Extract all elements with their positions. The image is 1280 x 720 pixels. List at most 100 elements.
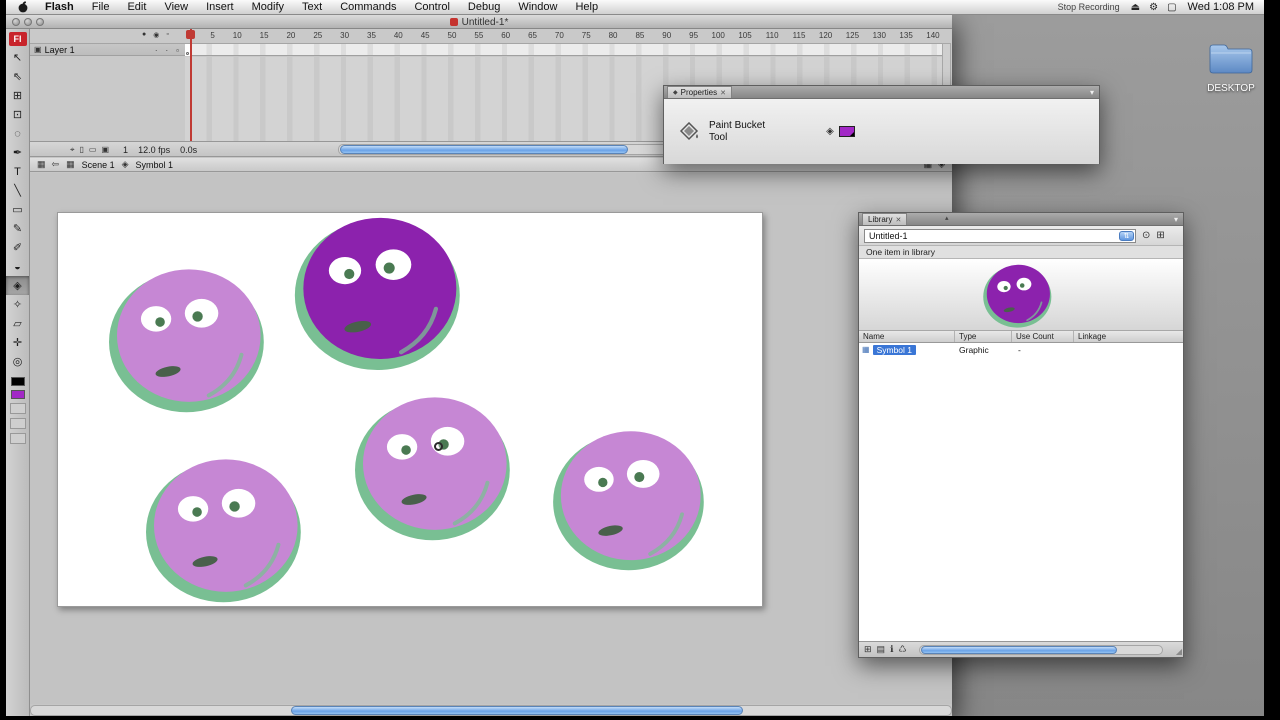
library-horizontal-scrollbar[interactable] [919,645,1163,655]
stop-recording-item[interactable]: Stop Recording [1058,2,1120,12]
dropdown-arrows-icon[interactable]: ⇅ [1119,230,1134,241]
close-tab-icon[interactable]: ✕ [895,216,901,224]
display-icon[interactable]: ▢ [1167,2,1176,13]
tool-brush[interactable]: ✐ [6,238,29,257]
layer-outline-swatch[interactable]: ▫ [176,46,179,55]
properties-icon[interactable]: ℹ [890,644,893,655]
blob-character-bottom-left[interactable] [145,453,305,603]
lock-column-icon[interactable]: ◉ [153,31,159,39]
library-row[interactable]: ▦ Symbol 1 Graphic - [859,343,1183,356]
show-timeline-icon[interactable]: ▦ [37,159,46,170]
layer-frames-strip[interactable] [185,43,942,56]
library-scroll-thumb[interactable] [921,646,1117,654]
tool-gradient-transform[interactable]: ⊡ [6,105,29,124]
library-column-header[interactable]: Linkage [1074,331,1183,342]
outline-column-icon[interactable]: ▫ [166,31,168,39]
tool-paint-bucket[interactable]: ◈ [6,276,29,295]
panel-menu-icon[interactable]: ▾ [1090,88,1099,97]
onion-skin-icon[interactable]: ▯ [80,145,84,155]
tool-selection[interactable]: ↖ [6,48,29,67]
new-symbol-icon[interactable]: ⊞ [864,644,872,655]
tool-eyedropper[interactable]: ✧ [6,295,29,314]
layer-visible-dot[interactable]: · [155,46,158,55]
menu-item[interactable]: Modify [243,0,293,15]
menu-item[interactable]: Window [509,0,566,15]
window-title-bar[interactable]: Untitled-1* [6,15,952,29]
pin-icon[interactable]: ⊙ [1142,230,1150,241]
apple-menu-icon[interactable] [6,1,36,13]
new-folder-icon[interactable]: ▤ [877,644,886,655]
properties-tab-bar[interactable]: ◆ Properties ✕ ▾ [664,86,1099,99]
new-library-panel-icon[interactable]: ⊞ [1156,230,1164,241]
show-hide-column-icon[interactable]: ● [142,31,146,39]
timeline-frame-ruler[interactable]: 5 10 15 20 25 30 35 40 45 50 55 60 65 70 75 80 85 90 95 100… [188,31,939,42]
stage-horizontal-scrollbar[interactable] [30,705,952,716]
blob-character-dark[interactable] [294,211,464,371]
menu-item[interactable]: Flash [36,0,83,15]
library-document-dropdown[interactable]: Untitled-1 ⇅ [864,228,1136,243]
tool-ink-bottle[interactable]: ◒ [6,257,29,276]
library-column-header[interactable]: Type [955,331,1012,342]
tool-free-transform[interactable]: ⊞ [6,86,29,105]
frame-rate-value[interactable]: 12.0 fps [138,145,170,155]
eject-icon[interactable]: ⏏ [1131,2,1140,13]
menu-item[interactable]: Control [405,0,458,15]
blob-character-right[interactable] [548,425,712,571]
tab-library[interactable]: Library ✕ [862,213,908,225]
tool-option-2[interactable] [9,418,26,429]
menu-item[interactable]: View [155,0,197,15]
breadcrumb-scene[interactable]: Scene 1 [82,160,115,170]
back-arrow-icon[interactable]: ⇦ [52,159,60,170]
stage-canvas[interactable] [57,212,763,607]
delete-icon[interactable]: ♺ [898,644,906,655]
tool-text[interactable]: T [6,162,29,181]
close-tab-icon[interactable]: ✕ [720,89,726,97]
tool-option-1[interactable] [9,403,26,414]
tool-subselection[interactable]: ⇖ [6,67,29,86]
layer-name[interactable]: Layer 1 [45,45,75,55]
stage-pasteboard[interactable] [30,173,952,704]
menu-item[interactable]: Debug [459,0,509,15]
center-frame-icon[interactable]: ⌖ [70,145,75,155]
onion-skin-outlines-icon[interactable]: ▭ [89,145,97,155]
breadcrumb-symbol[interactable]: Symbol 1 [136,160,174,170]
stage-scroll-thumb[interactable] [291,706,743,715]
tool-eraser[interactable]: ▱ [6,314,29,333]
layer-locked-dot[interactable]: · [165,46,168,55]
tool-pen[interactable]: ✒ [6,143,29,162]
tool-lasso[interactable]: ◌ [6,124,29,143]
fill-color-swatch[interactable] [10,390,25,399]
timeline-scroll-thumb[interactable] [340,145,628,154]
library-preview[interactable] [859,259,1183,331]
tab-properties[interactable]: ◆ Properties ✕ [667,86,732,98]
library-column-header[interactable]: Name [859,331,955,342]
tool-zoom[interactable]: ◎ [6,352,29,371]
tool-pencil[interactable]: ✎ [6,219,29,238]
panel-menu-icon[interactable]: ▾ [1174,215,1183,224]
stroke-color-swatch[interactable] [10,377,25,386]
menu-item[interactable]: Commands [331,0,405,15]
edit-multiple-frames-icon[interactable]: ▣ [101,145,109,155]
menu-item[interactable]: Text [293,0,331,15]
library-tab-bar[interactable]: Library ✕ ▾ [859,213,1183,226]
menu-item[interactable]: File [83,0,119,15]
menu-item[interactable]: Insert [197,0,243,15]
library-item-name[interactable]: Symbol 1 [872,344,916,355]
settings-icon[interactable]: ⚙ [1149,2,1158,13]
tool-option-3[interactable] [9,433,26,444]
timeline-layer-row[interactable]: ▣ Layer 1 · · ▫ [30,43,185,56]
resize-grip-icon[interactable]: ◢ [1176,647,1182,656]
menu-item[interactable]: Help [566,0,607,15]
menu-item[interactable]: Edit [118,0,155,15]
library-column-header[interactable]: Use Count [1012,331,1074,342]
blob-character-top-left[interactable] [108,263,268,413]
fill-color-chip[interactable] [838,126,855,137]
tool-hand[interactable]: ✛ [6,333,29,352]
library-item-list[interactable]: ▦ Symbol 1 Graphic - [859,343,1183,641]
sort-direction-icon[interactable]: ▴ [945,214,949,222]
menu-clock[interactable]: Wed 1:08 PM [1188,1,1254,13]
tool-line[interactable]: ╲ [6,181,29,200]
tool-rectangle[interactable]: ▭ [6,200,29,219]
blob-character-middle[interactable] [354,391,514,541]
desktop-folder[interactable]: DESKTOP [1200,40,1262,94]
